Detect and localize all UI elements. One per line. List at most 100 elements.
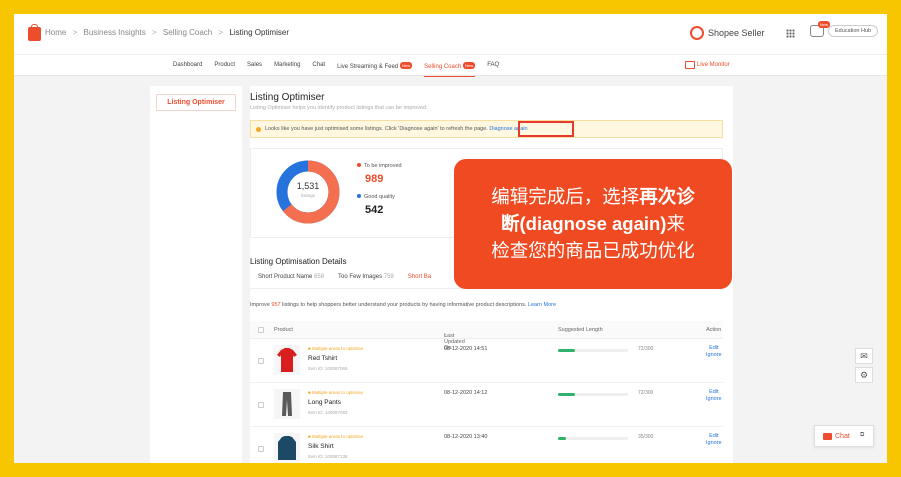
col-suggested-length: Suggested Length	[558, 327, 603, 333]
sidebar: Listing Optimiser	[150, 86, 242, 463]
long-pants-icon	[282, 392, 292, 416]
nav-live-streaming[interactable]: Live Streaming & Feed New	[337, 62, 413, 70]
tab-short-product-name[interactable]: Short Product Name 658	[258, 274, 324, 280]
learn-more-link[interactable]: Learn More	[528, 302, 556, 308]
warning-tag: ■ Multiple areas to optimise	[308, 346, 363, 351]
product-name: Long Pants	[308, 399, 341, 406]
good-quality-value: 542	[365, 204, 384, 216]
length-progress-text: 35/300	[638, 434, 654, 440]
row-checkbox[interactable]	[258, 358, 264, 364]
shopee-logo-icon	[690, 26, 704, 40]
edit-link[interactable]: Edit	[706, 345, 722, 352]
callout-line-2: 断(diagnose again)来	[500, 213, 685, 234]
row-checkbox[interactable]	[258, 446, 264, 452]
length-progress-fill	[558, 349, 575, 352]
nav-faq[interactable]: FAQ	[487, 62, 499, 70]
breadcrumb-home[interactable]: Home	[45, 28, 66, 37]
page-subtitle: Listing Optimiser helps you identify pro…	[250, 105, 428, 111]
product-id: Item ID: 100087063	[308, 410, 348, 415]
nav-product[interactable]: Product	[214, 62, 235, 70]
total-listings-value: 1,531	[296, 181, 320, 191]
live-monitor-button[interactable]: Live Monitor	[685, 61, 730, 69]
chat-icon	[823, 433, 832, 440]
red-tshirt-icon	[277, 348, 297, 372]
product-id: Item ID: 100087065	[308, 366, 348, 371]
new-badge: New	[463, 62, 476, 69]
details-tabs: Short Product Name 658 Too Few Images 75…	[258, 274, 431, 280]
breadcrumb-current: Listing Optimiser	[229, 28, 289, 37]
table-row: ■ Multiple areas to optimise Red Tshirt …	[250, 339, 723, 383]
sidebar-item-listing-optimiser[interactable]: Listing Optimiser	[156, 94, 236, 111]
ignore-link[interactable]: Ignore	[706, 440, 722, 447]
total-listings-label: listings	[301, 193, 315, 198]
education-hub-button[interactable]: New Education Hub	[810, 21, 879, 37]
product-thumbnail[interactable]	[274, 345, 300, 375]
to-be-improved-label: To be improved	[357, 163, 402, 169]
refresh-tip-banner: Looks like you have just optimised some …	[250, 120, 723, 138]
product-name: Silk Shirt	[308, 443, 334, 450]
tab-short-description[interactable]: Short Ba	[408, 274, 431, 280]
nav-selling-coach[interactable]: Selling Coach New	[424, 62, 476, 77]
last-updated-date: 08-12-2020 14:51	[444, 346, 488, 352]
edit-link[interactable]: Edit	[706, 389, 722, 396]
support-icon[interactable]: ⚙	[855, 367, 873, 383]
nav-marketing[interactable]: Marketing	[274, 62, 300, 70]
screenshot-frame: Home > Business Insights > Selling Coach…	[14, 14, 887, 463]
chat-button[interactable]: Chat ⧉	[814, 425, 874, 447]
length-progress-bar	[558, 437, 628, 440]
apps-grid-icon[interactable]	[786, 29, 795, 38]
monitor-icon	[685, 61, 695, 69]
education-icon: New	[810, 21, 831, 37]
select-all-checkbox[interactable]	[258, 327, 264, 333]
tab-too-few-images[interactable]: Too Few Images 759	[338, 274, 394, 280]
edit-link[interactable]: Edit	[706, 433, 722, 440]
silk-shirt-icon	[278, 436, 296, 460]
length-progress-fill	[558, 437, 567, 440]
highlight-box	[518, 121, 574, 137]
product-id: Item ID: 100087138	[308, 454, 348, 459]
page-title: Listing Optimiser	[250, 92, 325, 103]
bulb-icon	[256, 127, 261, 132]
table-row: ■ Multiple areas to optimise Long Pants …	[250, 383, 723, 427]
ignore-link[interactable]: Ignore	[706, 352, 722, 359]
improve-hint: Improve 957 listings to help shoppers be…	[250, 302, 557, 308]
nav-dashboard[interactable]: Dashboard	[173, 62, 202, 70]
breadcrumb: Home > Business Insights > Selling Coach…	[45, 28, 289, 37]
table-header: Product Last Updated On ↕ Suggested Leng…	[250, 321, 723, 351]
last-updated-date: 08-12-2020 14:12	[444, 390, 488, 396]
warning-tag: ■ Multiple areas to optimise	[308, 434, 363, 439]
feedback-icon[interactable]: ✉	[855, 348, 873, 364]
breadcrumb-business-insights[interactable]: Business Insights	[83, 28, 145, 37]
new-badge: New	[400, 62, 413, 69]
new-badge: New	[818, 21, 831, 28]
callout-line-3: 检查您的商品已成功优化	[491, 240, 695, 261]
main-nav: Dashboard Product Sales Marketing Chat L…	[14, 54, 887, 77]
length-progress-bar	[558, 349, 628, 352]
length-progress-text: 72/300	[638, 346, 654, 352]
details-title: Listing Optimisation Details	[250, 257, 347, 266]
top-bar: Home > Business Insights > Selling Coach…	[14, 14, 887, 54]
nav-chat[interactable]: Chat	[312, 62, 325, 70]
expand-icon[interactable]: ⧉	[860, 432, 864, 439]
col-action: Action	[706, 327, 722, 333]
listings-donut-chart	[276, 160, 340, 224]
good-quality-label: Good quality	[357, 194, 395, 200]
callout-line-1: 编辑完成后，选择再次诊	[491, 186, 695, 207]
to-be-improved-value: 989	[365, 173, 384, 185]
shopee-bag-icon[interactable]	[28, 24, 41, 41]
orange-dot-icon	[357, 163, 361, 167]
product-name: Red Tshirt	[308, 355, 338, 362]
length-progress-bar	[558, 393, 628, 396]
row-checkbox[interactable]	[258, 402, 264, 408]
nav-sales[interactable]: Sales	[247, 62, 262, 70]
warning-tag: ■ Multiple areas to optimise	[308, 390, 363, 395]
length-progress-text: 72/300	[638, 390, 654, 396]
product-thumbnail[interactable]	[274, 389, 300, 419]
length-progress-fill	[558, 393, 575, 396]
table-row: ■ Multiple areas to optimise Silk Shirt …	[250, 427, 723, 463]
shopee-seller-brand[interactable]: Shopee Seller	[690, 26, 765, 40]
instruction-callout: 编辑完成后，选择再次诊 断(diagnose again)来 检查您的商品已成功…	[454, 159, 732, 289]
product-thumbnail[interactable]	[274, 433, 300, 463]
ignore-link[interactable]: Ignore	[706, 396, 722, 403]
breadcrumb-selling-coach[interactable]: Selling Coach	[163, 28, 212, 37]
